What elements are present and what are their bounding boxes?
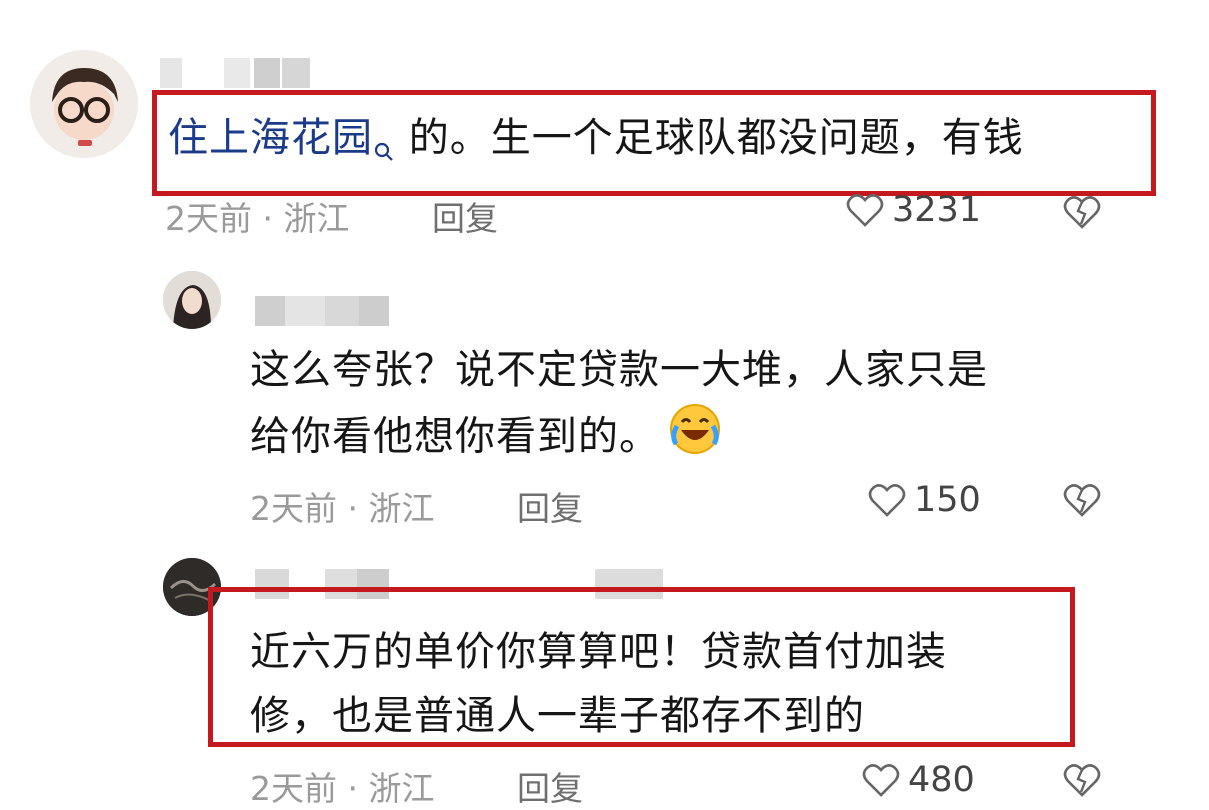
laughing-crying-emoji xyxy=(668,402,722,475)
broken-heart-icon[interactable] xyxy=(1063,482,1101,518)
like-count: 150 xyxy=(914,480,981,520)
heart-outline-icon xyxy=(846,192,884,228)
comment-text: 住上海花园 的。生一个足球队都没问题，有钱 xyxy=(168,106,1024,182)
like-button[interactable]: 480 xyxy=(862,760,975,800)
avatar[interactable] xyxy=(30,50,138,158)
time-location: 2天前 · 浙江 xyxy=(250,489,435,528)
like-button[interactable]: 150 xyxy=(868,480,981,520)
time-location: 2天前 · 浙江 xyxy=(165,199,350,238)
reply-button[interactable]: 回复 xyxy=(517,482,583,530)
like-count: 3231 xyxy=(892,190,982,230)
comment-text: 这么夸张？说不定贷款一大堆，人家只是 给你看他想你看到的。 xyxy=(250,338,988,475)
heart-outline-icon xyxy=(862,762,900,798)
search-icon[interactable] xyxy=(373,118,395,182)
reply-button[interactable]: 回复 xyxy=(432,192,498,240)
username-blurred[interactable] xyxy=(255,296,395,326)
broken-heart-icon[interactable] xyxy=(1063,762,1101,798)
like-count: 480 xyxy=(908,760,975,800)
search-link[interactable]: 住上海花园 xyxy=(168,115,409,161)
username-blurred[interactable] xyxy=(255,569,675,599)
heart-outline-icon xyxy=(868,482,906,518)
comment-text: 近六万的单价你算算吧！贷款首付加装 修，也是普通人一辈子都存不到的 xyxy=(250,629,947,739)
time-location: 2天前 · 浙江 xyxy=(250,769,435,808)
avatar[interactable] xyxy=(163,271,221,329)
avatar[interactable] xyxy=(163,558,221,616)
broken-heart-icon[interactable] xyxy=(1063,194,1101,230)
username-blurred[interactable] xyxy=(160,58,330,88)
reply-button[interactable]: 回复 xyxy=(517,762,583,810)
like-button[interactable]: 3231 xyxy=(846,190,981,230)
